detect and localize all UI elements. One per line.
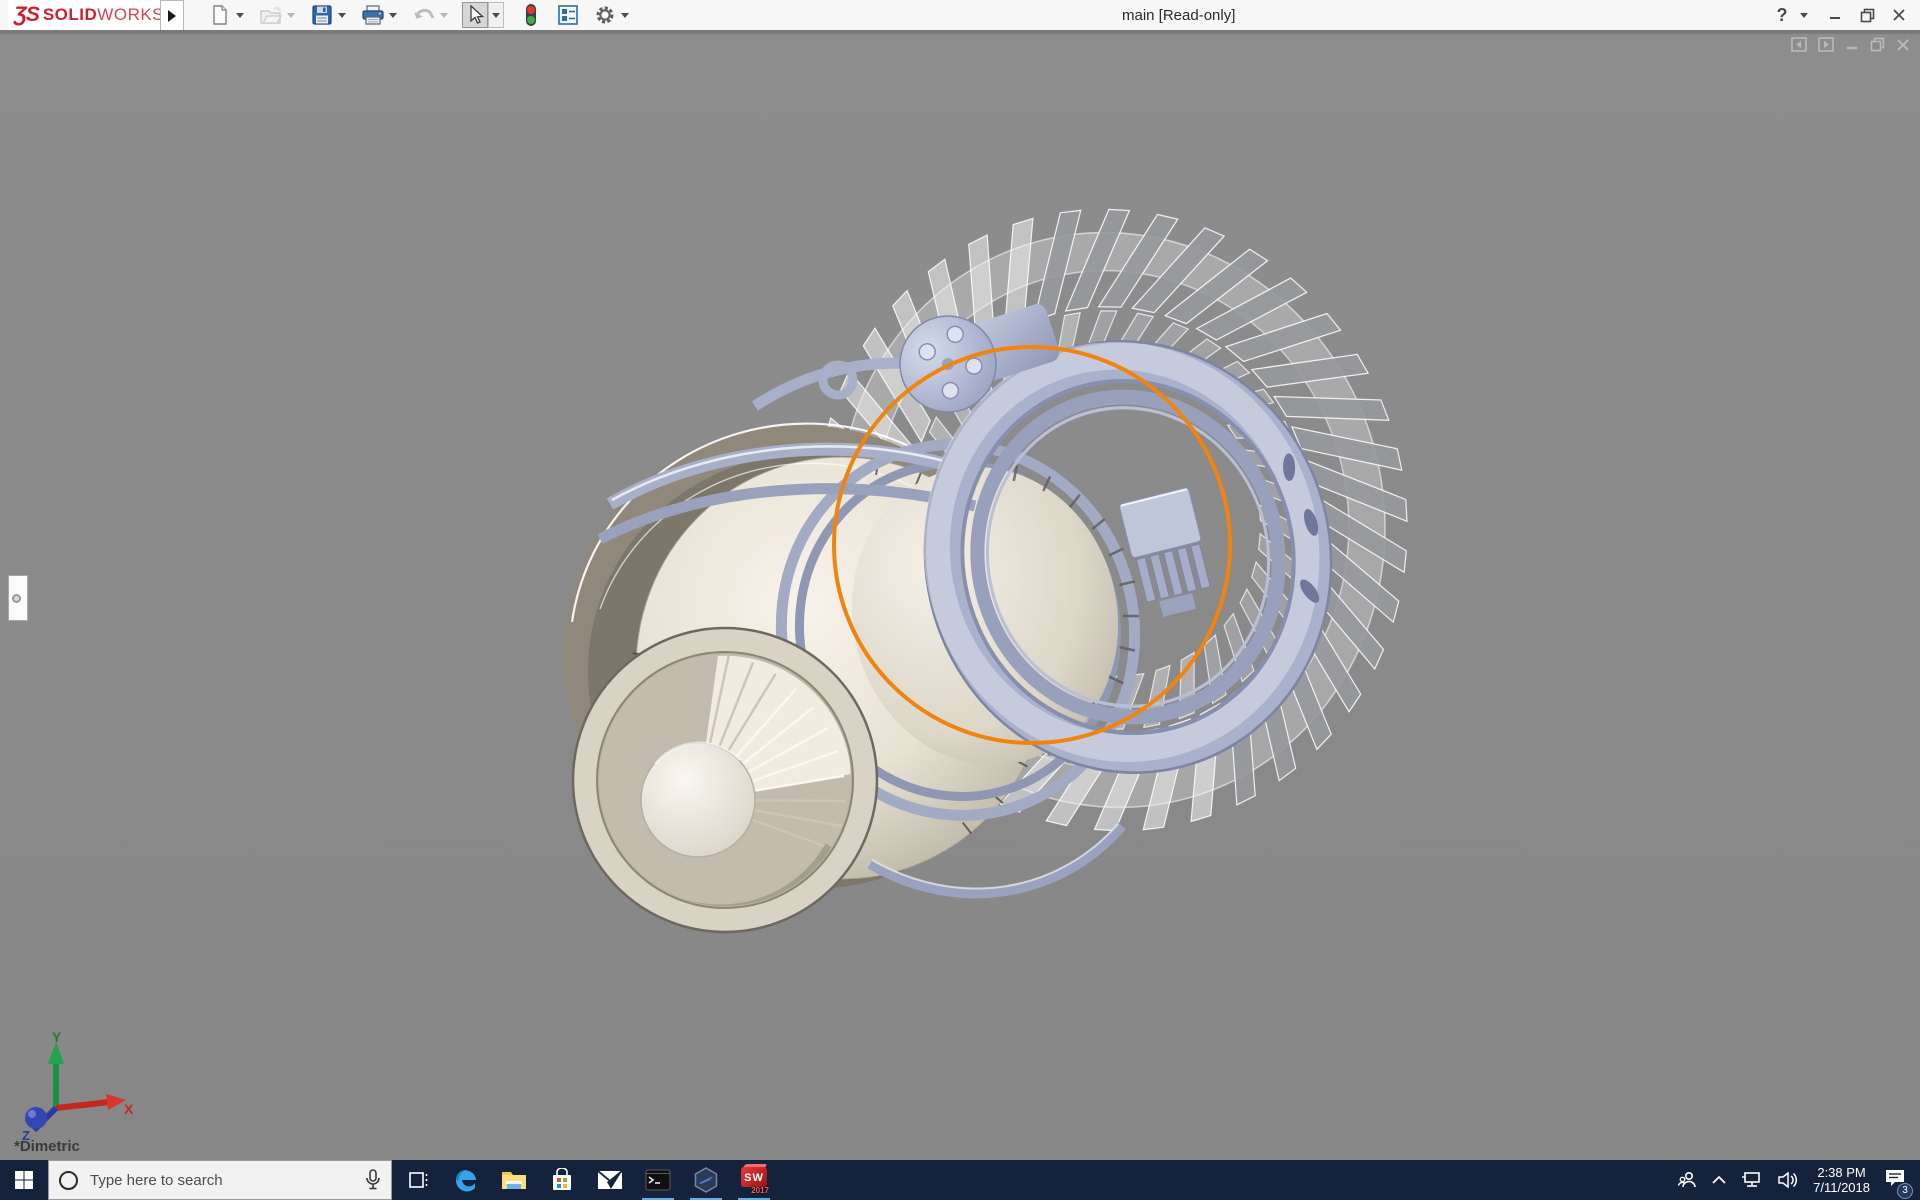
file-explorer-icon: [502, 1172, 526, 1189]
print-dropdown[interactable]: [389, 12, 397, 18]
minimize-button[interactable]: [1822, 2, 1848, 28]
select-tool-dropdown[interactable]: [488, 2, 504, 28]
windows-logo-icon: [15, 1171, 33, 1189]
start-button[interactable]: [0, 1160, 48, 1200]
open-icon: [260, 6, 283, 24]
people-button[interactable]: [1677, 1170, 1697, 1190]
help-dropdown[interactable]: [1800, 12, 1808, 18]
save-button[interactable]: [309, 2, 335, 28]
people-icon: [1677, 1171, 1696, 1188]
print-button[interactable]: [360, 2, 386, 28]
new-document-dropdown[interactable]: [236, 12, 244, 18]
taskbar-app-store[interactable]: [538, 1160, 586, 1200]
hexagon-app-icon: [694, 1167, 718, 1193]
cortana-icon: [59, 1170, 78, 1190]
select-arrow-icon: [470, 4, 485, 24]
window-controls: ?: [1773, 0, 1912, 30]
minimize-icon: [1830, 17, 1840, 19]
brand-name-light: WORKS: [97, 5, 165, 24]
triad-y-label: Y: [52, 1030, 62, 1045]
taskbar-app-hexagon[interactable]: [682, 1160, 730, 1200]
doc-restore-icon[interactable]: [1870, 37, 1885, 52]
restore-button[interactable]: [1854, 2, 1880, 28]
reference-triad[interactable]: Y X Z: [14, 1030, 134, 1142]
open-button[interactable]: [258, 2, 284, 28]
feature-panel-collapsed-tab[interactable]: [8, 575, 28, 621]
microsoft-store-icon: [553, 1168, 571, 1190]
graphics-viewport[interactable]: Y X Z *Dimetric: [0, 34, 1920, 1160]
solidworks-logo: ƷS SOLID WORKS: [8, 0, 171, 30]
close-button[interactable]: [1886, 2, 1912, 28]
system-tray: 2:38 PM 7/11/2018 3: [1677, 1160, 1920, 1200]
jet-engine-model[interactable]: [0, 34, 1920, 1160]
new-document-button[interactable]: [207, 2, 233, 28]
verification-button[interactable]: [518, 2, 544, 28]
options-button[interactable]: [592, 2, 618, 28]
gear-icon: [596, 6, 614, 24]
save-dropdown[interactable]: [338, 12, 346, 18]
tray-overflow-button[interactable]: [1711, 1175, 1727, 1185]
taskbar-app-command-prompt[interactable]: [634, 1160, 682, 1200]
options-panel-icon: [558, 5, 578, 25]
microphone-icon[interactable]: [365, 1169, 381, 1191]
task-pane-button[interactable]: [555, 2, 581, 28]
triad-x-label: X: [124, 1101, 134, 1117]
help-button[interactable]: ?: [1773, 2, 1791, 28]
open-dropdown[interactable]: [287, 12, 295, 18]
solidworks-logo-glyph: ƷS: [14, 3, 40, 26]
command-prompt-icon: [645, 1169, 671, 1191]
edge-browser-icon: [455, 1169, 476, 1192]
clock-time: 2:38 PM: [1817, 1165, 1866, 1180]
task-view-icon: [409, 1172, 428, 1188]
doc-close-icon[interactable]: [1896, 38, 1910, 52]
network-icon: [1742, 1172, 1760, 1187]
print-icon: [362, 5, 384, 25]
taskbar-clock[interactable]: 2:38 PM 7/11/2018: [1813, 1165, 1870, 1195]
taskbar-app-file-explorer[interactable]: [490, 1160, 538, 1200]
pane-right-icon[interactable]: [1818, 37, 1834, 52]
titlebar: ƷS SOLID WORKS main [Read-only] ?: [0, 0, 1920, 32]
taskbar-apps: SW 2017: [394, 1160, 778, 1200]
panel-pin-icon: [12, 593, 21, 603]
volume-button[interactable]: [1777, 1171, 1799, 1189]
viewport-window-controls: [1791, 37, 1910, 52]
volume-icon: [1778, 1171, 1798, 1189]
save-icon: [312, 5, 332, 25]
doc-minimize-icon[interactable]: [1845, 38, 1859, 52]
undo-button[interactable]: [411, 2, 437, 28]
taskbar-app-mail[interactable]: [586, 1160, 634, 1200]
brand-name-bold: SOLID: [42, 5, 98, 24]
task-view-button[interactable]: [394, 1160, 442, 1200]
options-dropdown[interactable]: [621, 12, 629, 18]
solidworks-icon-label: SW: [744, 1171, 764, 1184]
action-center-button[interactable]: 3: [1884, 1168, 1913, 1199]
document-title: main [Read-only]: [1122, 7, 1236, 24]
undo-icon: [414, 8, 435, 19]
solidworks-icon-year: 2017: [751, 1186, 769, 1195]
view-orientation-label: *Dimetric: [14, 1138, 80, 1155]
taskbar-app-edge[interactable]: [442, 1160, 490, 1200]
mail-icon: [597, 1170, 623, 1189]
select-tool-button[interactable]: [462, 2, 488, 28]
search-placeholder: Type here to search: [90, 1171, 223, 1189]
taskbar-app-solidworks[interactable]: SW 2017: [730, 1160, 778, 1200]
quick-access-toolbar: [205, 0, 641, 30]
network-button[interactable]: [1741, 1171, 1763, 1189]
taskbar-search-input[interactable]: Type here to search: [48, 1160, 392, 1200]
undo-dropdown[interactable]: [440, 12, 448, 18]
toolbar-flyout-button[interactable]: [160, 0, 184, 32]
nozzle-exit-and-cone[interactable]: [571, 626, 879, 934]
verification-traffic-light-icon: [526, 4, 536, 26]
flyout-arrow-icon: [168, 10, 176, 22]
new-document-icon: [213, 5, 227, 25]
notification-badge: 3: [1897, 1182, 1913, 1199]
windows-taskbar: Type here to search SW 2017 2:38 PM 7/11…: [0, 1160, 1920, 1200]
pane-left-icon[interactable]: [1791, 37, 1807, 52]
solidworks-2017-icon: SW 2017: [740, 1164, 769, 1195]
restore-icon: [1860, 8, 1874, 22]
close-icon: [1893, 9, 1905, 21]
clock-date: 7/11/2018: [1813, 1180, 1870, 1195]
lifting-eyelet[interactable]: [818, 360, 858, 400]
chevron-up-icon: [1712, 1175, 1726, 1184]
